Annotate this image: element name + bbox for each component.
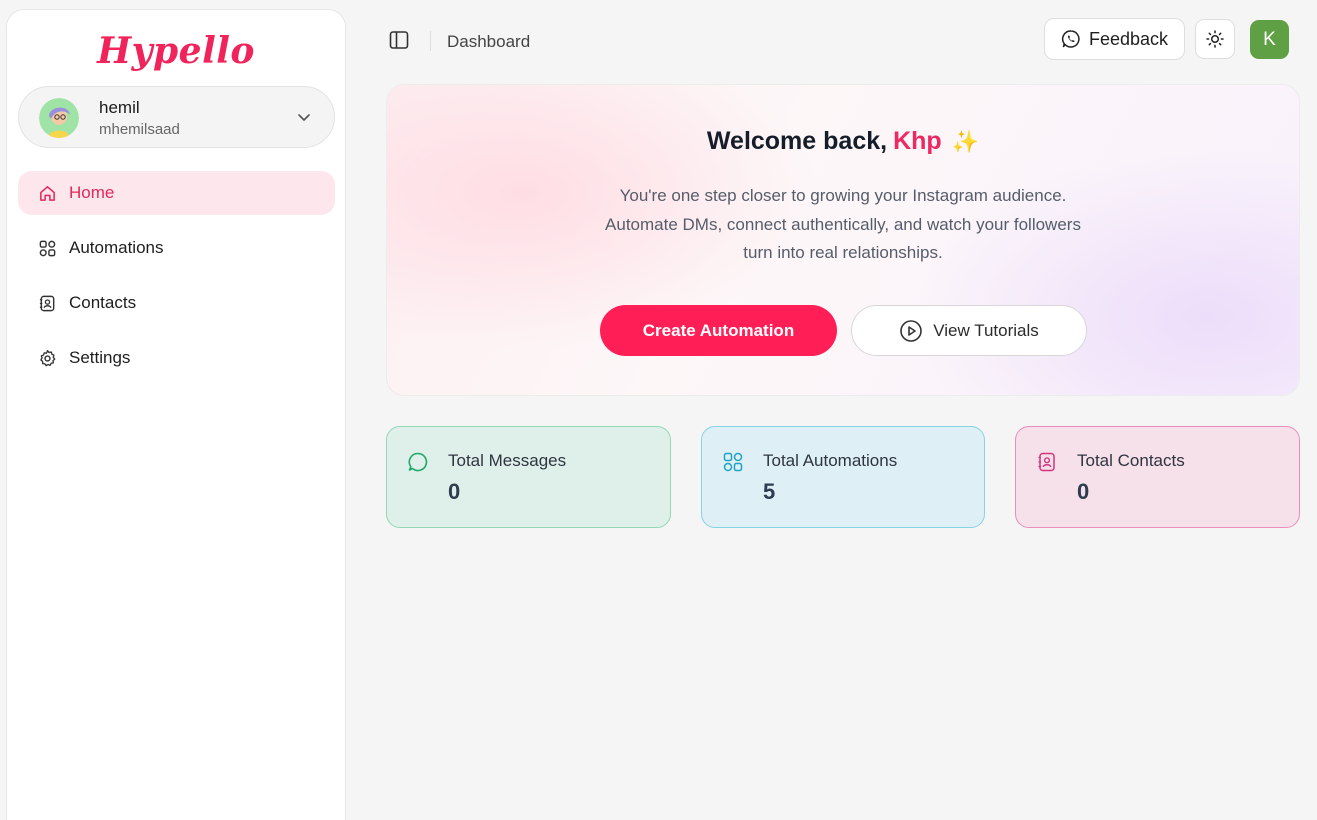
sidebar-item-settings[interactable]: Settings	[18, 336, 335, 380]
home-icon	[40, 185, 55, 201]
grid-icon	[723, 452, 743, 472]
feedback-button[interactable]: Feedback	[1044, 18, 1185, 60]
user-avatar[interactable]: K	[1250, 20, 1289, 59]
sparkle-icon: ✨	[951, 129, 980, 154]
view-tutorials-button[interactable]: View Tutorials	[851, 305, 1087, 356]
theme-toggle-button[interactable]	[1195, 19, 1235, 59]
stat-value: 5	[763, 479, 776, 504]
subtitle-line: Automate DMs, connect authentically, and…	[605, 214, 1081, 234]
welcome-heading: Welcome back, Khp ✨	[387, 127, 1299, 156]
account-handle: mhemilsaad	[99, 121, 180, 138]
breadcrumb: Dashboard	[447, 32, 531, 51]
chat-bubble-icon	[408, 452, 428, 472]
contact-book-icon	[1038, 452, 1055, 472]
play-circle-icon	[900, 319, 923, 342]
stat-card-messages: Total Messages 0	[386, 426, 671, 528]
subtitle-line: turn into real relationships.	[743, 243, 943, 262]
welcome-hero: Welcome back, Khp ✨ You're one step closer…	[386, 84, 1300, 396]
chevron-down-icon	[298, 114, 310, 121]
create-automation-button[interactable]: Create Automation	[600, 305, 837, 356]
stat-value: 0	[448, 479, 461, 504]
sidebar-item-label: Home	[69, 183, 115, 202]
stat-label: Total Automations	[763, 451, 898, 470]
sidebar-item-home[interactable]: Home	[18, 171, 335, 215]
account-name: hemil	[99, 98, 140, 117]
account-avatar	[39, 98, 79, 138]
sun-icon	[1206, 30, 1224, 48]
stat-card-automations: Total Automations 5	[701, 426, 985, 528]
brand-logo[interactable]: Hypello	[7, 30, 345, 72]
sidebar: Hypello hemil mhemilsaad Home Automation…	[6, 9, 346, 820]
stat-card-contacts: Total Contacts 0	[1015, 426, 1300, 528]
gear-icon	[40, 349, 56, 366]
stat-value: 0	[1077, 479, 1090, 504]
sidebar-item-label: Automations	[69, 238, 164, 257]
stat-label: Total Messages	[448, 451, 567, 470]
stat-label: Total Contacts	[1077, 451, 1185, 470]
app-root: Hypello hemil mhemilsaad Home Automation…	[0, 0, 1317, 820]
feedback-label: Feedback	[1088, 28, 1169, 49]
sidebar-item-automations[interactable]: Automations	[18, 226, 335, 270]
sidebar-item-contacts[interactable]: Contacts	[18, 281, 335, 325]
whatsapp-icon	[1061, 30, 1080, 48]
welcome-subtitle: You're one step closer to growing your I…	[387, 182, 1299, 268]
account-switcher[interactable]: hemil mhemilsaad	[18, 86, 335, 148]
header-divider	[430, 31, 431, 51]
grid-icon	[39, 240, 56, 256]
subtitle-line: You're one step closer to growing your I…	[619, 186, 1067, 205]
contact-book-icon	[39, 295, 55, 311]
welcome-user-name: Khp	[893, 127, 942, 155]
sidebar-toggle-icon[interactable]	[388, 29, 410, 51]
welcome-greeting: Welcome back,	[706, 127, 888, 155]
sidebar-item-label: Contacts	[69, 293, 137, 312]
sidebar-item-label: Settings	[69, 348, 131, 367]
view-tutorials-label: View Tutorials	[933, 320, 1039, 340]
